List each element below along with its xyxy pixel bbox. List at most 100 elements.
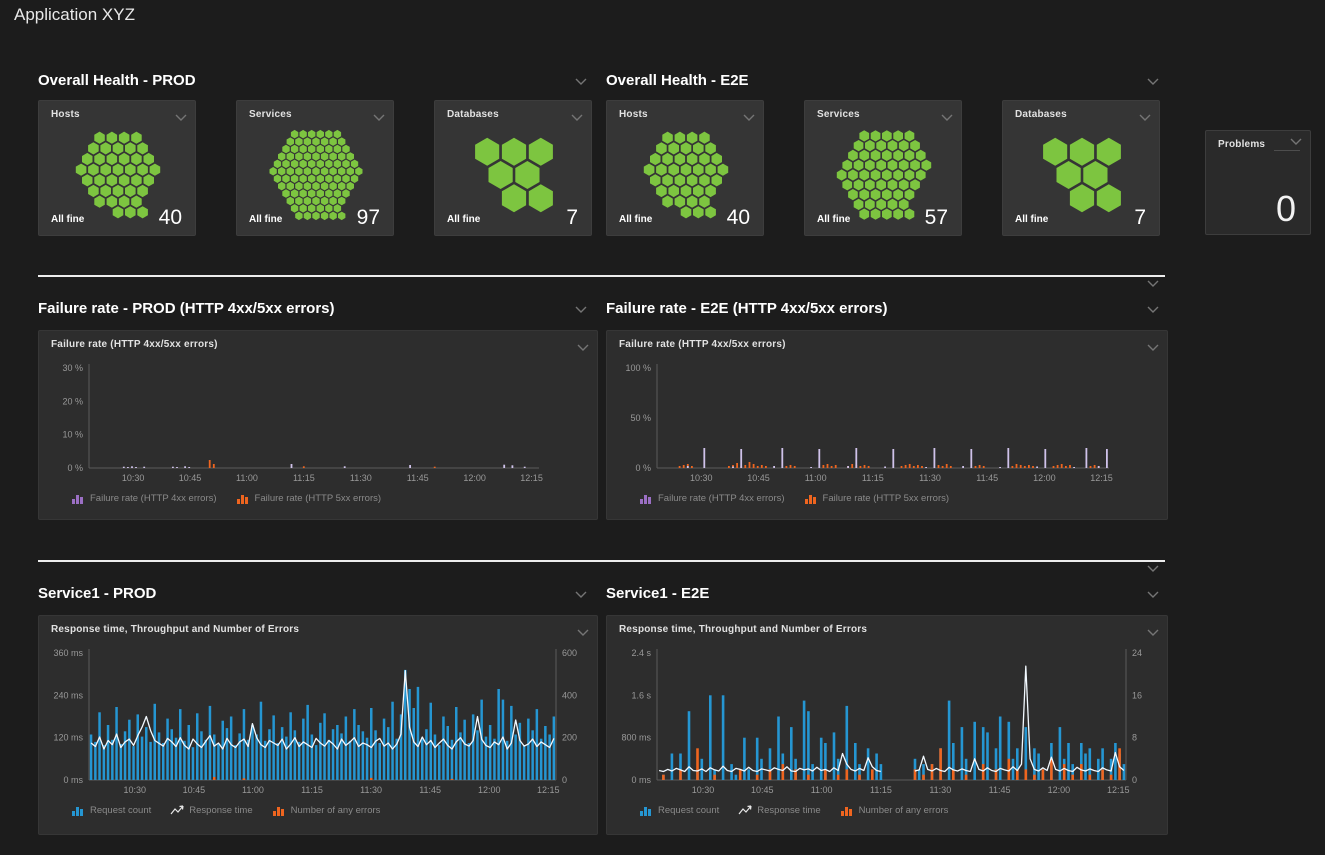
health-hexagon	[300, 160, 307, 169]
health-hexagon	[113, 164, 124, 176]
svg-text:11:15: 11:15	[293, 473, 315, 483]
svg-text:30 %: 30 %	[62, 363, 83, 373]
svg-text:12:15: 12:15	[537, 785, 560, 795]
health-hexagon	[282, 189, 289, 198]
chevron-down-icon[interactable]	[1147, 591, 1159, 598]
problems-tile-title: Problems	[1218, 139, 1265, 150]
health-tile-services[interactable]: ServicesAll fine97	[236, 100, 394, 236]
problems-tile[interactable]: Problems 0	[1205, 130, 1311, 235]
legend-item[interactable]: Request count	[71, 805, 151, 816]
health-hexagon	[342, 160, 349, 169]
legend-item[interactable]: Number of any errors	[272, 805, 381, 816]
health-hexagon	[334, 204, 341, 213]
health-tile-databases[interactable]: DatabasesAll fine7	[1002, 100, 1160, 236]
health-hexagon	[718, 164, 729, 176]
legend-item[interactable]: Failure rate (HTTP 5xx errors)	[804, 493, 950, 504]
health-hexagon	[699, 196, 710, 208]
chevron-down-icon[interactable]	[1147, 565, 1159, 572]
health-hexagon	[287, 197, 294, 206]
chevron-down-icon[interactable]	[1147, 306, 1159, 313]
health-hexagon	[308, 175, 315, 184]
health-hexagon	[82, 174, 93, 186]
health-hexagon	[899, 160, 909, 171]
health-hexagon	[308, 160, 315, 169]
svg-text:11:30: 11:30	[350, 473, 372, 483]
chevron-down-icon[interactable]	[1290, 138, 1302, 145]
health-hexagon	[705, 206, 716, 218]
legend-label: Number of any errors	[859, 805, 949, 816]
health-hexagon	[274, 175, 281, 184]
health-hexagon	[137, 164, 148, 176]
legend-item[interactable]: Request count	[639, 805, 719, 816]
health-hexagon	[687, 196, 698, 208]
health-hexagon	[329, 212, 336, 221]
hexagon-cluster	[1011, 119, 1153, 228]
health-tile-hosts[interactable]: HostsAll fine40	[606, 100, 764, 236]
health-hexagon	[675, 174, 686, 186]
health-hexagon	[300, 204, 307, 213]
health-hexagon	[705, 185, 716, 197]
chevron-down-icon[interactable]	[575, 591, 587, 598]
legend-item[interactable]: Failure rate (HTTP 4xx errors)	[639, 493, 785, 504]
legend-item[interactable]: Failure rate (HTTP 5xx errors)	[236, 493, 382, 504]
chevron-down-icon[interactable]	[1147, 280, 1159, 287]
svg-text:11:00: 11:00	[236, 473, 258, 483]
failure_prod-chart: 0 %10 %20 %30 %10:3010:4511:0011:1511:30…	[39, 331, 597, 519]
health-hexagon	[662, 174, 673, 186]
failure-rate-e2e-chart-tile[interactable]: Failure rate (HTTP 4xx/5xx errors)0 %50 …	[606, 330, 1168, 520]
health-hexagon	[693, 185, 704, 197]
service1-prod-chart-tile[interactable]: Response time, Throughput and Number of …	[38, 615, 598, 835]
health-hexagon	[475, 138, 499, 166]
chevron-down-icon[interactable]	[1147, 78, 1159, 85]
health-hexagon	[312, 212, 319, 221]
health-hexagon	[1043, 138, 1067, 166]
service_e2e-chart: 0 ms800 ms1.6 s2.4 s08162410:3010:4511:0…	[607, 616, 1167, 834]
legend-item[interactable]: Failure rate (HTTP 4xx errors)	[71, 493, 217, 504]
health-hexagon	[287, 182, 294, 191]
legend-item[interactable]: Number of any errors	[840, 805, 949, 816]
health-hexagon	[489, 161, 513, 189]
health-hexagon	[1083, 161, 1107, 189]
section-divider	[38, 560, 1165, 562]
svg-text:12:00: 12:00	[1048, 785, 1071, 795]
chevron-down-icon[interactable]	[575, 306, 587, 313]
svg-text:10 %: 10 %	[62, 430, 83, 440]
health-hexagon	[656, 142, 667, 154]
health-hexagon	[325, 160, 332, 169]
health-hexagon	[107, 196, 118, 208]
svg-text:12:00: 12:00	[478, 785, 501, 795]
svg-text:10:30: 10:30	[690, 473, 713, 483]
health-hexagon	[300, 130, 307, 139]
legend-label: Response time	[757, 805, 820, 816]
bar-chart-icon	[71, 493, 85, 504]
health-hexagon	[329, 137, 336, 146]
health-hexagon	[76, 164, 87, 176]
health-hexagon	[865, 179, 875, 190]
legend-label: Request count	[90, 805, 151, 816]
line-icon	[738, 805, 752, 816]
health-hexagon	[888, 160, 898, 171]
health-hexagon	[325, 189, 332, 198]
service1-e2e-chart-tile[interactable]: Response time, Throughput and Number of …	[606, 615, 1168, 835]
health-hexagon	[882, 150, 892, 161]
health-tile-databases[interactable]: DatabasesAll fine7	[434, 100, 592, 236]
legend-item[interactable]: Response time	[738, 805, 820, 816]
health-hexagon	[899, 199, 909, 210]
health-tile-services[interactable]: ServicesAll fine57	[804, 100, 962, 236]
legend-item[interactable]: Response time	[170, 805, 252, 816]
section-title-failure-prod: Failure rate - PROD (HTTP 4xx/5xx errors…	[38, 300, 335, 317]
health-hexagon	[1070, 138, 1094, 166]
health-hexagon	[922, 160, 932, 171]
section-title-failure-e2e: Failure rate - E2E (HTTP 4xx/5xx errors)	[606, 300, 888, 317]
health-tile-hosts[interactable]: HostsAll fine40	[38, 100, 196, 236]
bar-chart-icon	[272, 805, 286, 816]
chevron-down-icon[interactable]	[575, 78, 587, 85]
svg-text:10:30: 10:30	[122, 473, 145, 483]
health-hexagon	[287, 137, 294, 146]
health-hexagon	[656, 185, 667, 197]
health-hexagon	[351, 175, 358, 184]
failure-rate-prod-chart-tile[interactable]: Failure rate (HTTP 4xx/5xx errors)0 %10 …	[38, 330, 598, 520]
svg-text:50 %: 50 %	[630, 413, 651, 423]
health-hexagon	[304, 152, 311, 161]
legend-label: Failure rate (HTTP 4xx errors)	[90, 493, 217, 504]
